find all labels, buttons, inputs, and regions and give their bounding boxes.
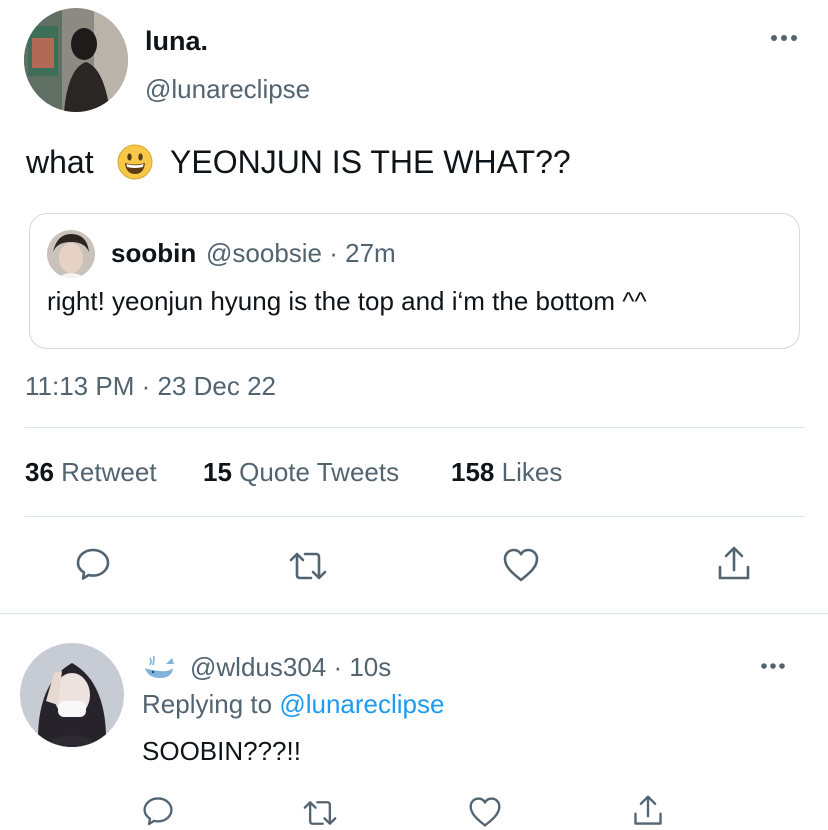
quote-avatar[interactable] xyxy=(47,230,95,278)
likes-stat[interactable]: 158 Likes xyxy=(451,457,562,488)
retweet-count: 36 xyxy=(25,457,54,487)
timestamp[interactable]: 11:13 PM · 23 Dec 22 xyxy=(25,371,276,402)
divider xyxy=(0,613,828,614)
quote-label: Quote Tweets xyxy=(239,457,400,487)
quote-text: right! yeonjun hyung is the top and i‘m … xyxy=(47,286,647,316)
quote-handle-time: @soobsie · 27m xyxy=(206,238,396,268)
reply-text: SOOBIN???!! xyxy=(142,736,301,766)
quote-display-name[interactable]: soobin xyxy=(111,238,196,269)
more-options-icon[interactable] xyxy=(760,658,786,676)
display-name[interactable]: luna. xyxy=(145,26,208,57)
reply-avatar[interactable] xyxy=(20,643,124,747)
handle[interactable]: @lunareclipse xyxy=(145,74,310,105)
retweet-label: Retweet xyxy=(61,457,157,487)
replying-prefix: Replying to xyxy=(142,689,273,719)
retweet-icon[interactable] xyxy=(301,796,339,830)
retweet-icon[interactable] xyxy=(287,547,329,585)
tweet-text-start: what xyxy=(26,144,94,180)
reply-handle-time[interactable]: @wldus304 · 10s xyxy=(190,652,391,683)
grinning-face-icon xyxy=(117,144,153,191)
whale-icon xyxy=(142,654,176,689)
replying-to: Replying to @lunareclipse xyxy=(142,689,444,720)
more-options-icon[interactable] xyxy=(770,30,798,48)
avatar[interactable] xyxy=(24,8,128,112)
likes-label: Likes xyxy=(501,457,563,487)
crescent-moon-icon xyxy=(213,27,243,62)
share-icon[interactable] xyxy=(715,544,753,584)
likes-count: 158 xyxy=(451,457,495,487)
quote-count: 15 xyxy=(203,457,232,487)
quote-tweets-stat[interactable]: 15 Quote Tweets xyxy=(203,457,399,488)
divider xyxy=(25,427,805,428)
reply-icon[interactable] xyxy=(74,545,112,583)
like-icon[interactable] xyxy=(501,546,541,584)
share-icon[interactable] xyxy=(631,793,665,829)
quote-tweet-card[interactable] xyxy=(29,213,800,349)
retweet-stat[interactable]: 36 Retweet xyxy=(25,457,157,488)
like-icon[interactable] xyxy=(467,795,503,829)
divider xyxy=(25,516,805,517)
replying-to-handle[interactable]: @lunareclipse xyxy=(279,689,444,719)
tweet-text-end: YEONJUN IS THE WHAT?? xyxy=(170,144,571,180)
reply-icon[interactable] xyxy=(141,794,175,828)
